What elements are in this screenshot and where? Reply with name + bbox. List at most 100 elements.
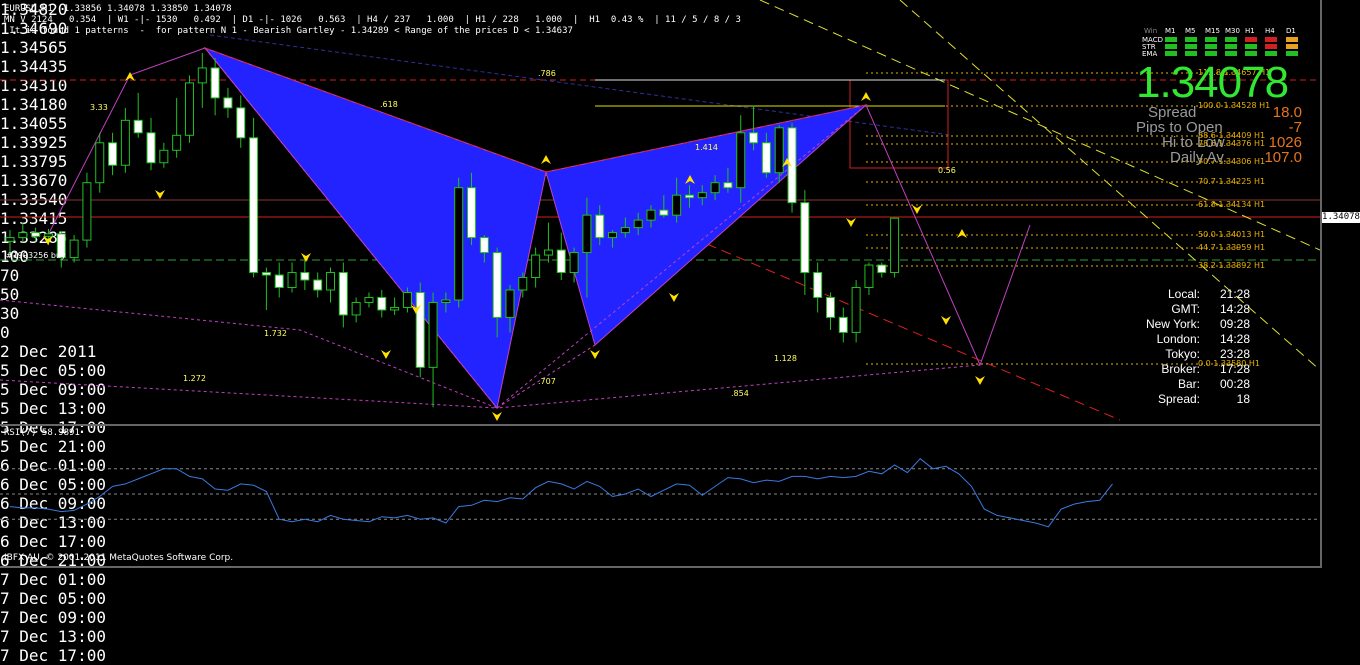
mtf-summary-line: MN V 2124 0.354 | W1 -|- 1530 0.492 | D1… (4, 15, 741, 25)
candle-bull (364, 296, 374, 303)
mtf-signal-cell (1165, 44, 1177, 49)
copyright-text: IBFX AU, © 2001-2011 MetaQuotes Software… (4, 553, 234, 563)
candle-bull (864, 264, 874, 289)
mtf-signal-cell (1265, 51, 1277, 56)
clock-value: 18 (1236, 392, 1250, 406)
fractal-down-arrow (846, 218, 856, 227)
clock-row: Tokyo: 23:28 (1122, 347, 1250, 361)
mtf-column-label: H4 (1265, 27, 1275, 35)
mtf-signal-cell (1245, 37, 1257, 42)
candle-bull (505, 289, 515, 318)
pattern-ratio-label: 0.56 (938, 166, 956, 175)
clock-row: Spread: 18 (1122, 392, 1250, 406)
time-axis-label: 7 Dec 13:00 (0, 627, 106, 646)
fib-level-label: 38.2 1.33892 H1 (1198, 261, 1266, 270)
clock-row: GMT: 14:28 (1122, 302, 1250, 316)
mtf-signal-cell (1286, 51, 1298, 56)
pattern-ratio-label: 1.272 (183, 374, 206, 383)
candle-bull (159, 149, 169, 164)
candle-bull (390, 306, 400, 311)
candle-bull (774, 127, 784, 174)
mtf-signal-cell (1165, 37, 1177, 42)
pattern-ratio-label: .707 (538, 377, 556, 386)
rsi-label: RSI(7) 58.9891 (4, 428, 80, 438)
candle-bull (82, 182, 92, 241)
current-price-tag: 1.34078 (1322, 212, 1360, 223)
candle-bull (646, 209, 656, 221)
mtf-column-label: M1 (1165, 27, 1176, 35)
candle-bull (608, 232, 618, 239)
candle-bull (287, 272, 297, 289)
pattern-ratio-label: 1.732 (264, 329, 287, 338)
mtf-corner-label: Win (1144, 27, 1158, 35)
candle-bull (441, 299, 451, 303)
candle-bear (223, 97, 233, 109)
clock-value: 14:28 (1219, 302, 1250, 316)
clock-value: 17:28 (1219, 362, 1250, 376)
target-zone-box (849, 79, 949, 169)
candle-bear (377, 296, 387, 311)
candle-bear (723, 182, 733, 189)
clock-key: London: (1156, 332, 1200, 346)
fib-level-label: 70.7 1.34225 H1 (1198, 177, 1266, 186)
fractal-down-arrow (975, 376, 985, 385)
mtf-signal-cell (1185, 51, 1197, 56)
candle-bull (43, 233, 53, 237)
time-axis-label: 7 Dec 05:00 (0, 589, 106, 608)
time-axis-label: 7 Dec 01:00 (0, 570, 106, 589)
candle-bull (95, 142, 105, 184)
candle-bear (749, 132, 759, 144)
candle-bear (467, 187, 477, 239)
rsi-line (9, 458, 1113, 528)
candle-bull (697, 192, 707, 199)
mtf-column-label: M5 (1185, 27, 1196, 35)
candle-bear (479, 237, 489, 254)
candle-bull (69, 239, 79, 259)
candle-bear (556, 249, 566, 274)
candle-bear (338, 272, 348, 316)
candle-bull (402, 291, 412, 308)
candle-bear (877, 264, 887, 274)
mtf-signal-cell (1205, 51, 1217, 56)
candle-bear (108, 142, 118, 166)
fractal-down-arrow (590, 350, 600, 359)
candle-bear (300, 272, 310, 281)
candle-bear (684, 194, 694, 199)
daily-average-label: Daily Av. (1170, 149, 1227, 166)
rsi-indicator-pane[interactable] (0, 424, 1320, 566)
candle-bear (274, 274, 284, 289)
mtf-column-label: M30 (1225, 27, 1240, 35)
candle-bull (633, 219, 643, 229)
candle-bear (659, 209, 669, 216)
order-label: #1993256 buy (6, 251, 66, 260)
candle-bear (492, 252, 502, 318)
mtf-signal-cell (1245, 44, 1257, 49)
mtf-signal-cell (1185, 37, 1197, 42)
fractal-down-arrow (941, 316, 951, 325)
pattern-found-line: It is found 1 patterns - for pattern N 1… (4, 26, 573, 36)
fractal-up-arrow (861, 92, 871, 101)
metatrader-chart-window: EURUSD,H1 1.33856 1.34078 1.33850 1.3407… (0, 0, 1360, 665)
candle-bear (313, 279, 323, 291)
fib-level-label: 44.7 1.33959 H1 (1198, 243, 1266, 252)
time-axis-border (0, 566, 1322, 568)
candle-bull (890, 217, 900, 274)
candle-bull (172, 134, 182, 151)
candle-bull (736, 132, 746, 189)
fractal-down-arrow (669, 293, 679, 302)
candle-bear (595, 214, 605, 239)
candle-bull (18, 232, 28, 239)
fib-level-label: 50.0 1.34013 H1 (1198, 230, 1266, 239)
candle-bull (620, 227, 630, 234)
clock-key: GMT: (1171, 302, 1200, 316)
candle-bull (531, 254, 541, 279)
pattern-ratio-label: 1.414 (695, 143, 718, 152)
fractal-down-arrow (492, 412, 502, 421)
time-axis-label: 7 Dec 17:00 (0, 646, 106, 665)
mtf-signal-cell (1265, 44, 1277, 49)
clock-key: Local: (1167, 287, 1200, 301)
mtf-signal-cell (1265, 37, 1277, 42)
time-axis-label: 7 Dec 09:00 (0, 608, 106, 627)
candle-bull (518, 277, 528, 291)
candle-bear (146, 132, 156, 164)
